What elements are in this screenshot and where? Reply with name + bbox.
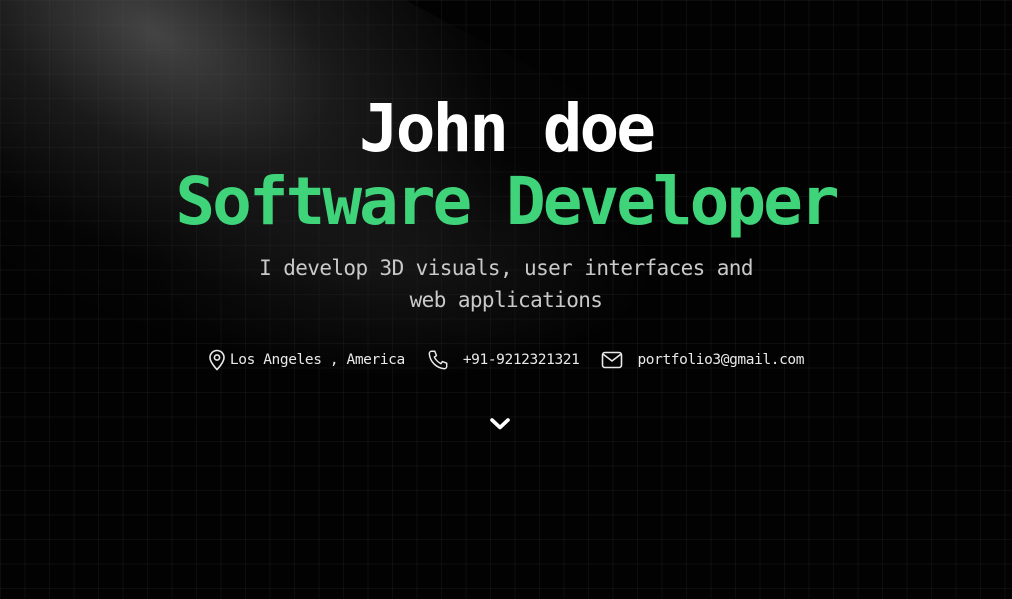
hero-name: John doe [359,90,656,167]
email-text: portfolio3@gmail.com [637,352,805,368]
scroll-down-button[interactable] [487,414,513,438]
contact-bar: Los Angeles , America +91-9212321321 por… [0,347,1012,373]
mail-icon [601,351,623,369]
contact-email-link[interactable]: portfolio3@gmail.com [601,351,804,369]
chevron-down-icon [488,416,512,436]
location-text: Los Angeles , America [229,352,405,368]
tagline-line-1: I develop 3D visuals, user interfaces an… [259,256,753,280]
contact-location: Los Angeles , America [208,349,405,371]
hero-tagline: I develop 3D visuals, user interfaces an… [256,252,756,316]
phone-icon [427,349,449,371]
hero-role: Software Developer [175,163,839,240]
tagline-line-2: web applications [409,288,603,312]
contact-phone-link[interactable]: +91-9212321321 [427,349,580,371]
map-pin-icon [208,349,226,371]
phone-text: +91-9212321321 [462,352,580,368]
hero-section: John doe Software Developer I develop 3D… [0,0,1012,599]
